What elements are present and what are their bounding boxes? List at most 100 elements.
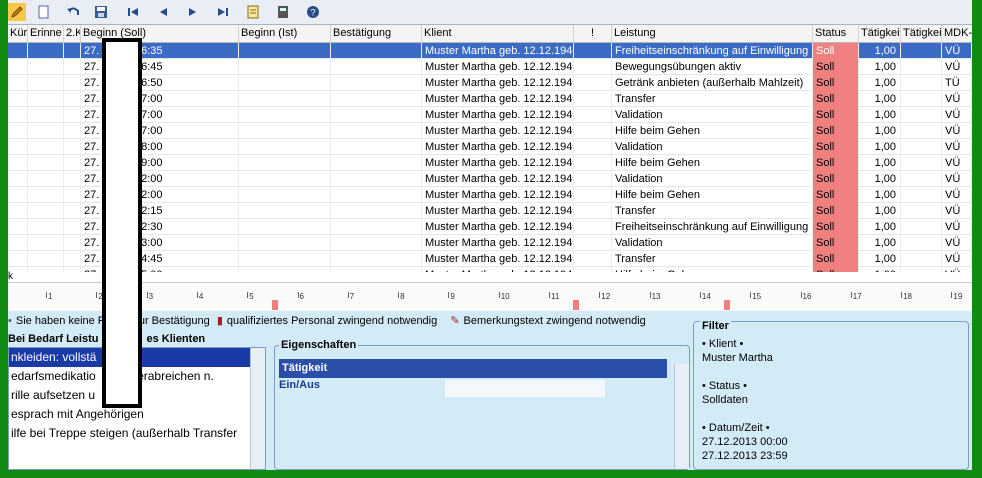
cell-empty [64, 251, 81, 267]
properties-scrollbar[interactable] [674, 364, 689, 469]
col-beginn-ist[interactable]: Beginn (Ist) [239, 25, 331, 42]
previous-icon[interactable] [154, 3, 172, 21]
col-warning[interactable]: ! [574, 25, 612, 42]
cell-client: Muster Martha geb. 12.12.1940 [422, 219, 574, 235]
timeline-tick: 5 [246, 292, 254, 301]
cell-empty [574, 59, 612, 75]
last-record-icon[interactable] [214, 3, 232, 21]
col-bestaetigung[interactable]: Bestätigung [331, 25, 422, 42]
table-row[interactable]: 27. 12:00 Muster Martha geb. 12.12.1940 Hil… [8, 187, 972, 203]
cell-empty [331, 91, 422, 107]
table-row[interactable]: 27. 07:00 Muster Martha geb. 12.12.1940 Hil… [8, 123, 972, 139]
cell-empty [331, 107, 422, 123]
cell-empty [331, 203, 422, 219]
cell-empty [64, 43, 81, 59]
table-row[interactable]: 27. 06:50 Muster Martha geb. 12.12.1940 Get… [8, 75, 972, 91]
col-status[interactable]: Status [813, 25, 859, 42]
table-row[interactable]: 27.15:00Muster Martha geb. 12.12.1940Hil… [8, 267, 972, 272]
report-icon[interactable] [244, 3, 262, 21]
cell-service: Hilfe beim Gehen [612, 155, 813, 171]
cell-status: Soll [813, 139, 859, 155]
cell-empty [28, 251, 64, 267]
cell-service: Freiheitseinschränkung auf Einwilligung [612, 219, 813, 235]
table-row[interactable]: 27. 12:15 Muster Martha geb. 12.12.1940 Tra… [8, 203, 972, 219]
cell-empty [574, 123, 612, 139]
first-record-icon[interactable] [124, 3, 142, 21]
next-icon[interactable] [184, 3, 202, 21]
table-row[interactable]: 27. 09:00 Muster Martha geb. 12.12.1940 Hil… [8, 155, 972, 171]
col-erinnerung[interactable]: Erinne [28, 25, 64, 42]
cell-empty [331, 139, 422, 155]
timeline-tick: 16 [800, 292, 812, 301]
timeline-marker[interactable] [271, 300, 278, 310]
table-row[interactable]: 27. 13:00 Muster Martha geb. 12.12.1940 Val… [8, 235, 972, 251]
table-row[interactable]: 27. 06:45 Muster Martha geb. 12.12.1940 Bew… [8, 59, 972, 75]
cell-amount: 1,00 [859, 59, 901, 75]
help-icon[interactable]: ? [304, 3, 322, 21]
pencil-icon[interactable] [8, 3, 26, 21]
cell-date: 27. [84, 141, 100, 153]
cell-empty [239, 267, 331, 272]
cell-empty [8, 171, 28, 187]
list-item[interactable]: ilfe bei Treppe steigen (außerhalb Trans… [9, 424, 265, 443]
cell-client: Muster Martha geb. 12.12.1940 [422, 75, 574, 91]
cell-service: Freiheitseinschränkung auf Einwilligung [612, 43, 813, 59]
calculator-icon[interactable] [274, 3, 292, 21]
legend-confirmation: ur Bestätigung [138, 315, 210, 327]
cell-empty [64, 203, 81, 219]
cell-empty [574, 155, 612, 171]
cell-client: Muster Martha geb. 12.12.1940 [422, 91, 574, 107]
col-taetigkeit-2[interactable]: Tätigkeit [901, 25, 942, 42]
col-taetigkeit-1[interactable]: Tätigkeit [859, 25, 901, 42]
cell-amount: 1,00 [859, 203, 901, 219]
cell-date: 27. [84, 205, 100, 217]
cell-client: Muster Martha geb. 12.12.1940 [422, 155, 574, 171]
cell-client: Muster Martha geb. 12.12.1940 [422, 267, 574, 272]
table-row[interactable]: 27. 14:45 Muster Martha geb. 12.12.1940 Tra… [8, 251, 972, 267]
col-zweite-kuerz[interactable]: 2.Kü [64, 25, 81, 42]
new-document-icon[interactable] [34, 3, 52, 21]
table-row[interactable]: 27. 06:35 Muster Martha geb. 12.12.1940 Fre… [8, 43, 972, 59]
cell-empty [901, 235, 942, 251]
col-leistung[interactable]: Leistung [612, 25, 813, 42]
undo-icon[interactable] [64, 3, 82, 21]
timeline-marker[interactable] [573, 300, 580, 310]
bedarf-scrollbar[interactable] [250, 348, 265, 469]
cell-empty [901, 43, 942, 59]
cell-empty [901, 139, 942, 155]
table-row[interactable]: 27. 07:00 Muster Martha geb. 12.12.1940 Tra… [8, 91, 972, 107]
cell-empty [28, 59, 64, 75]
cell-date: 27. [84, 61, 100, 73]
grid-body: 27. 06:35 Muster Martha geb. 12.12.1940 Fre… [8, 43, 972, 272]
cell-empty [28, 219, 64, 235]
cell-client: Muster Martha geb. 12.12.1940 [422, 203, 574, 219]
col-klient[interactable]: Klient [422, 25, 574, 42]
cell-mdk: VÜ [942, 155, 972, 171]
cell-empty [239, 203, 331, 219]
cell-amount: 1,00 [859, 267, 901, 272]
cell-status: Soll [813, 155, 859, 171]
timeline-tick: 17 [850, 292, 862, 301]
col-kuerz[interactable]: Kürz [8, 25, 28, 42]
table-row[interactable]: 27. 08:00 Muster Martha geb. 12.12.1940 Val… [8, 139, 972, 155]
cell-empty [28, 203, 64, 219]
cell-empty [8, 123, 28, 139]
ein-aus-field[interactable] [445, 380, 605, 397]
table-row[interactable]: 27. 12:30 Muster Martha geb. 12.12.1940 Fre… [8, 219, 972, 235]
legend-qualified-staff: qualifiziertes Personal zwingend notwend… [226, 315, 438, 327]
cell-empty [901, 91, 942, 107]
cell-empty [8, 235, 28, 251]
cell-service: Hilfe beim Gehen [612, 267, 813, 272]
table-row[interactable]: 27. 07:00 Muster Martha geb. 12.12.1940 Val… [8, 107, 972, 123]
list-item-label: rille aufsetzen u [11, 388, 96, 402]
timeline-marker[interactable] [724, 300, 731, 310]
cell-empty [331, 75, 422, 91]
main-window: ? Kürz Erinne 2.Kü Beginn (Soll) Beginn … [8, 0, 972, 470]
cell-empty [239, 219, 331, 235]
col-mdk[interactable]: MDK-H [942, 25, 972, 42]
cell-empty [901, 75, 942, 91]
save-icon[interactable] [92, 3, 110, 21]
table-row[interactable]: 27. 12:00 Muster Martha geb. 12.12.1940 Val… [8, 171, 972, 187]
cell-empty [239, 91, 331, 107]
cell-empty [64, 187, 81, 203]
